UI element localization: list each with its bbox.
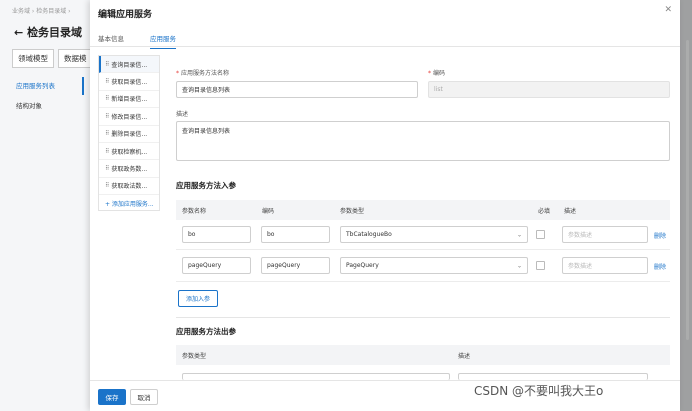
method-item[interactable]: ⠿ 修改目录信... bbox=[99, 108, 159, 126]
method-item[interactable]: ⠿ 获取政法数... bbox=[99, 178, 159, 196]
method-item[interactable]: ⠿ 删除目录信... bbox=[99, 126, 159, 143]
drag-handle-icon[interactable]: ⠿ bbox=[105, 130, 110, 137]
method-item[interactable]: ⠿ 获取检察机... bbox=[99, 143, 159, 161]
param-type-select[interactable]: PageQuery ⌄ bbox=[340, 257, 528, 274]
cancel-button[interactable]: 取消 bbox=[130, 389, 158, 405]
desc-label: 描述 bbox=[176, 111, 189, 118]
method-code-input: list bbox=[428, 81, 670, 98]
code-label: * 编码 bbox=[428, 70, 446, 77]
drag-handle-icon[interactable]: ⠿ bbox=[105, 78, 110, 85]
param-code-input[interactable]: pageQuery bbox=[261, 257, 330, 274]
output-params-title: 应用服务方法出参 bbox=[176, 327, 236, 336]
name-label: * 应用服务方法名称 bbox=[176, 70, 230, 77]
method-list: ⠿ 查询目录信... ⠿ 获取目录信... ⠿ 新增目录信... ⠿ 修改目录信... … bbox=[98, 55, 160, 211]
param-name-input[interactable]: pageQuery bbox=[182, 257, 251, 274]
input-params-header: 参数名称 编码 参数类型 必填 描述 bbox=[176, 200, 670, 220]
required-mark: * bbox=[428, 70, 431, 77]
page-title: ← 检务目录域 bbox=[14, 24, 82, 40]
breadcrumb: 业务域 › 检务目录域 › bbox=[12, 8, 71, 15]
add-method-button[interactable]: + 添加应用服务... bbox=[99, 195, 159, 212]
arrow-left-icon[interactable]: ← bbox=[14, 26, 23, 39]
add-input-param-button[interactable]: 添加入参 bbox=[178, 290, 218, 307]
header-output-type: 参数类型 bbox=[182, 353, 207, 360]
required-checkbox[interactable] bbox=[536, 261, 545, 270]
delete-param-link[interactable]: 删除 bbox=[654, 231, 666, 240]
delete-param-link[interactable]: 删除 bbox=[654, 262, 666, 271]
row-divider bbox=[176, 249, 670, 250]
row-divider bbox=[176, 281, 670, 282]
drag-handle-icon[interactable]: ⠿ bbox=[105, 165, 110, 172]
required-mark: * bbox=[176, 70, 179, 77]
scrollbar[interactable] bbox=[686, 40, 689, 340]
chevron-down-icon: ⌄ bbox=[516, 231, 522, 238]
method-item[interactable]: ⠿ 获取政务数... bbox=[99, 160, 159, 178]
method-name-input[interactable]: 查询目录信息列表 bbox=[176, 81, 418, 98]
tab-data-model[interactable]: 数据模 bbox=[58, 49, 93, 68]
method-item[interactable]: ⠿ 查询目录信... bbox=[99, 56, 159, 74]
header-param-type: 参数类型 bbox=[340, 208, 365, 215]
input-params-title: 应用服务方法入参 bbox=[176, 181, 236, 190]
edit-app-service-drawer: 编辑应用服务 ✕ 基本信息 应用服务 ⠿ 查询目录信... ⠿ 获取目录信... ⠿… bbox=[90, 0, 680, 411]
drag-handle-icon[interactable]: ⠿ bbox=[105, 95, 110, 102]
method-desc-textarea[interactable]: 查询目录信息列表 bbox=[176, 121, 670, 161]
drag-handle-icon[interactable]: ⠿ bbox=[105, 61, 110, 68]
param-name-input[interactable]: bo bbox=[182, 226, 251, 243]
tabs-divider bbox=[90, 46, 680, 47]
output-type-select[interactable] bbox=[182, 373, 450, 380]
header-desc: 描述 bbox=[564, 208, 577, 215]
save-button[interactable]: 保存 bbox=[98, 389, 126, 405]
method-item[interactable]: ⠿ 新增目录信... bbox=[99, 91, 159, 109]
header-output-desc: 描述 bbox=[458, 353, 471, 360]
header-code: 编码 bbox=[262, 208, 275, 215]
param-desc-input[interactable]: 参数描述 bbox=[562, 257, 648, 274]
output-params-header: 参数类型 描述 bbox=[176, 345, 670, 365]
nav-item-app-service-list[interactable]: 应用服务列表 bbox=[16, 80, 55, 90]
nav-active-indicator bbox=[82, 77, 84, 95]
drawer-title: 编辑应用服务 bbox=[98, 10, 153, 20]
section-divider bbox=[176, 317, 670, 318]
nav-item-structure-object[interactable]: 结构对象 bbox=[16, 100, 55, 110]
close-icon[interactable]: ✕ bbox=[664, 5, 672, 15]
param-type-select[interactable]: TbCatalogueBo ⌄ bbox=[340, 226, 528, 243]
chevron-down-icon: ⌄ bbox=[516, 262, 522, 269]
method-item[interactable]: ⠿ 获取目录信... bbox=[99, 73, 159, 91]
header-param-name: 参数名称 bbox=[182, 208, 207, 215]
drag-handle-icon[interactable]: ⠿ bbox=[105, 182, 110, 189]
background-nav: 应用服务列表 结构对象 bbox=[16, 80, 55, 120]
background-tabs: 领域模型 数据模 bbox=[12, 49, 93, 68]
tab-domain-model[interactable]: 领域模型 bbox=[12, 49, 54, 68]
param-desc-input[interactable]: 参数描述 bbox=[562, 226, 648, 243]
required-checkbox[interactable] bbox=[536, 230, 545, 239]
page-title-text: 检务目录域 bbox=[27, 26, 83, 39]
output-desc-input[interactable] bbox=[458, 373, 648, 380]
param-code-input[interactable]: bo bbox=[261, 226, 330, 243]
drag-handle-icon[interactable]: ⠿ bbox=[105, 113, 110, 120]
drag-handle-icon[interactable]: ⠿ bbox=[105, 148, 110, 155]
watermark: CSDN @不要叫我大王o bbox=[474, 384, 604, 398]
header-required: 必填 bbox=[538, 208, 551, 215]
